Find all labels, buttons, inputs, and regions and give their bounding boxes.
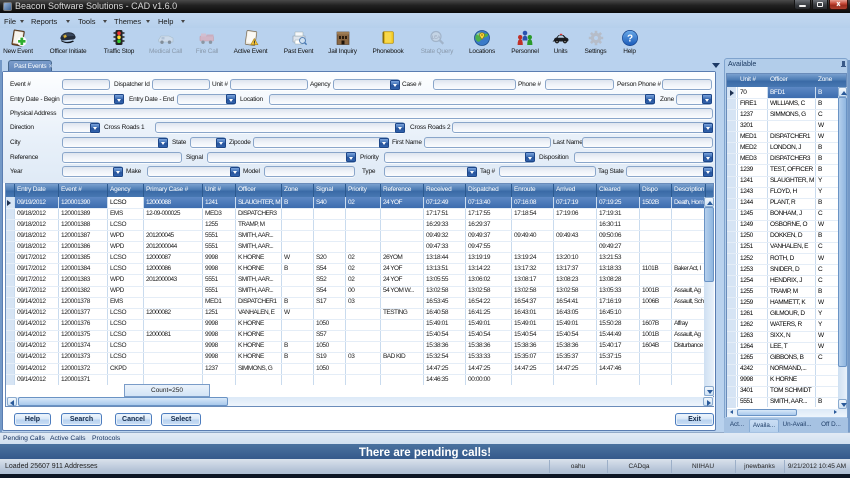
svg-text:?: ? <box>626 33 632 44</box>
svg-text:LEA: LEA <box>432 35 441 40</box>
